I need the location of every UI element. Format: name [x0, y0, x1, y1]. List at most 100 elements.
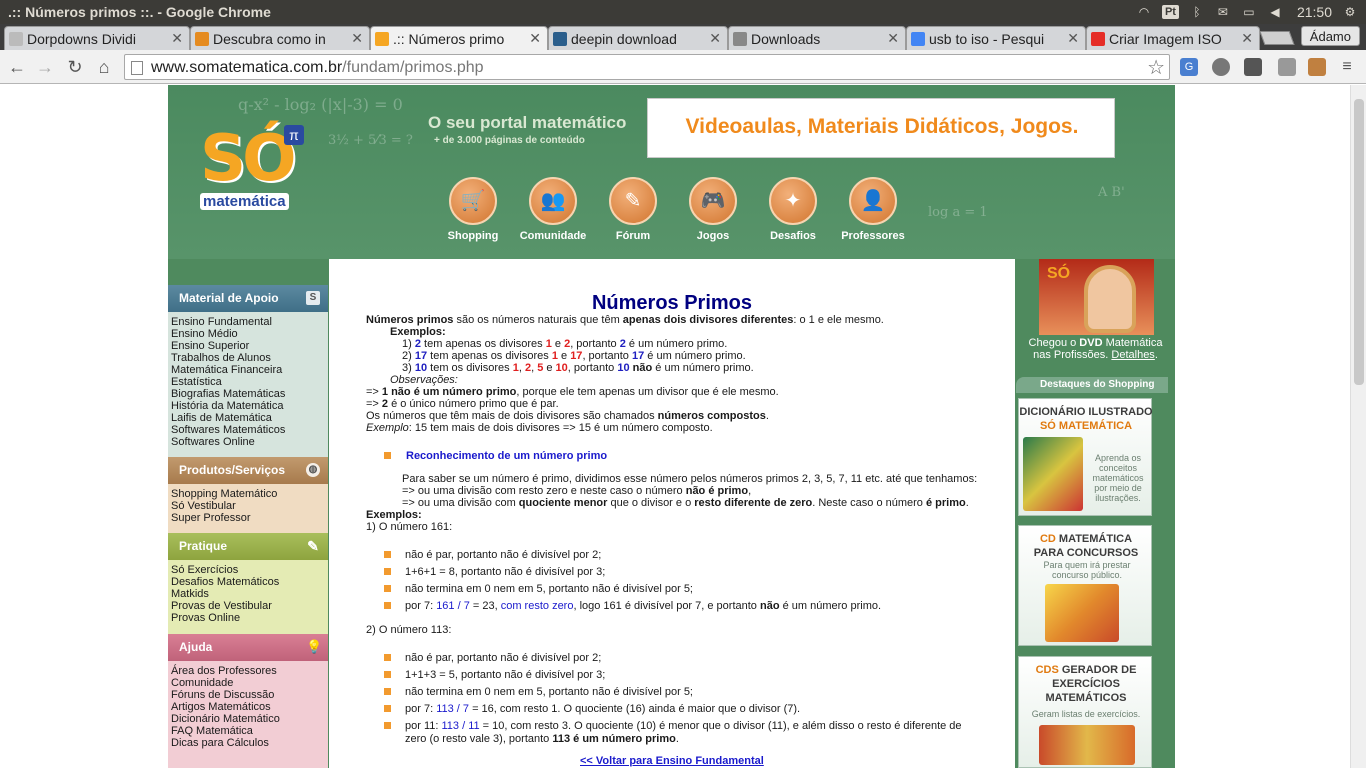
sidebar-item-vestibular[interactable]: Só Vestibular: [171, 500, 328, 512]
sidebar-item-matkids[interactable]: Matkids: [171, 588, 328, 600]
bluetooth-icon[interactable]: ᛒ: [1189, 5, 1205, 19]
sidebar-item-foruns[interactable]: Fóruns de Discussão: [171, 689, 328, 701]
address-bar[interactable]: www.somatematica.com.br/fundam/primos.ph…: [124, 54, 1170, 80]
bullet-icon: [384, 688, 391, 695]
close-tab-icon[interactable]: ✕: [351, 30, 363, 47]
keyboard-layout-indicator[interactable]: Pt: [1161, 5, 1179, 19]
sidebar-item-exercicios[interactable]: Só Exercícios: [171, 564, 328, 576]
dvd-promo-image[interactable]: SÓ: [1039, 259, 1154, 335]
close-tab-icon[interactable]: ✕: [529, 30, 541, 47]
book-cover-image: [1023, 437, 1083, 511]
dvd-details-link[interactable]: Detalhes: [1111, 349, 1154, 361]
sidebar-item-provas-online[interactable]: Provas Online: [171, 612, 328, 624]
scrollbar-thumb[interactable]: [1354, 99, 1364, 385]
sidebar-item-dicas[interactable]: Dicas para Cálculos: [171, 737, 328, 749]
ex-text: tem apenas os divisores: [427, 350, 552, 362]
ex-number: 10: [617, 362, 630, 374]
sidebar-item-super-professor[interactable]: Super Professor: [171, 512, 328, 524]
resto-zero-link[interactable]: com resto zero: [501, 600, 574, 612]
site-logo[interactable]: SÓ π matemática: [200, 123, 306, 213]
tab-usb-to-iso[interactable]: usb to iso - Pesqui ✕: [906, 26, 1086, 50]
page-scrollbar[interactable]: [1350, 85, 1366, 768]
division-link[interactable]: 113 / 11: [442, 720, 480, 732]
ex-text: tem os divisores: [427, 362, 513, 374]
wifi-icon[interactable]: ◠: [1136, 5, 1152, 19]
sidebar-item-area-professores[interactable]: Área dos Professores: [171, 665, 328, 677]
division-link[interactable]: 161 / 7: [436, 600, 470, 612]
back-arrow-icon[interactable]: ←: [6, 56, 28, 78]
menu-icon[interactable]: ≡: [1338, 58, 1356, 76]
page-info-icon[interactable]: [131, 61, 143, 75]
close-tab-icon[interactable]: ✕: [1067, 30, 1079, 47]
new-tab-button[interactable]: [1259, 31, 1295, 45]
extension-icon[interactable]: [1212, 58, 1230, 76]
sidebar-item-softwares[interactable]: Softwares Matemáticos: [171, 424, 328, 436]
definition-end: : o 1 e ele mesmo.: [793, 314, 884, 326]
translate-icon[interactable]: G: [1180, 58, 1198, 76]
shop-card-dicionario[interactable]: DICIONÁRIO ILUSTRADO SÓ MATEMÁTICA Aprend…: [1018, 398, 1153, 516]
tab-numeros-primos[interactable]: .:: Números primo ✕: [370, 26, 548, 50]
power-gear-icon[interactable]: ⚙: [1342, 5, 1358, 19]
sidebar-item-historia[interactable]: História da Matemática: [171, 400, 328, 412]
nav-shopping[interactable]: 🛒 Shopping: [433, 175, 513, 249]
sidebar-item-trabalhos[interactable]: Trabalhos de Alunos: [171, 352, 328, 364]
close-tab-icon[interactable]: ✕: [709, 30, 721, 47]
sidebar-item-estatistica[interactable]: Estatística: [171, 376, 328, 388]
close-tab-icon[interactable]: ✕: [1241, 30, 1253, 47]
tab-dorpdowns[interactable]: Dorpdowns Dividi ✕: [4, 26, 190, 50]
sidebar-item-financeira[interactable]: Matemática Financeira: [171, 364, 328, 376]
rec-end: .: [965, 497, 969, 509]
shop-card-concursos[interactable]: CD MATEMÁTICA PARA CONCURSOS Para quem ir…: [1018, 525, 1152, 646]
back-to-fundamental-link[interactable]: << Voltar para Ensino Fundamental: [580, 755, 764, 767]
cast-icon[interactable]: [1244, 58, 1262, 76]
sidebar-item-ensino-medio[interactable]: Ensino Médio: [171, 328, 328, 340]
bookmark-star-icon[interactable]: ☆: [1147, 55, 1165, 80]
sidebar-item-biografias[interactable]: Biografias Matemáticas: [171, 388, 328, 400]
tab-downloads[interactable]: Downloads ✕: [728, 26, 906, 50]
mail-icon[interactable]: ✉: [1215, 5, 1231, 19]
back-link-row: << Voltar para Ensino Fundamental: [580, 755, 764, 767]
extension-2-icon[interactable]: [1308, 58, 1326, 76]
pin-icon[interactable]: [1278, 58, 1296, 76]
ex-prefix: 2): [402, 350, 415, 362]
close-tab-icon[interactable]: ✕: [171, 30, 183, 47]
sidebar-item-ensino-fundamental[interactable]: Ensino Fundamental: [171, 316, 328, 328]
sidebar-item-ensino-superior[interactable]: Ensino Superior: [171, 340, 328, 352]
sidebar-item-laifis[interactable]: Laifis de Matemática: [171, 412, 328, 424]
close-tab-icon[interactable]: ✕: [887, 30, 899, 47]
nav-desafios[interactable]: ✦ Desafios: [753, 175, 833, 249]
volume-icon[interactable]: ◀: [1267, 5, 1283, 19]
battery-icon[interactable]: ▭: [1241, 5, 1257, 19]
url-text[interactable]: www.somatematica.com.br/fundam/primos.ph…: [151, 59, 484, 77]
reload-icon[interactable]: ↻: [64, 56, 86, 78]
rec-bold: quociente menor: [518, 497, 608, 509]
section-title-link[interactable]: Reconhecimento de um número primo: [406, 450, 607, 462]
sidebar-item-softwares-online[interactable]: Softwares Online: [171, 436, 328, 448]
home-icon[interactable]: ⌂: [93, 56, 115, 78]
sidebar-item-provas-vestibular[interactable]: Provas de Vestibular: [171, 600, 328, 612]
sidebar-item-comunidade[interactable]: Comunidade: [171, 677, 328, 689]
dvd-bold: DVD: [1079, 337, 1103, 349]
division-link[interactable]: 113 / 7: [436, 703, 469, 715]
nav-professores[interactable]: 👤 Professores: [833, 175, 913, 249]
tab-descubra[interactable]: Descubra como in ✕: [190, 26, 370, 50]
sidebar-item-desafios[interactable]: Desafios Matemáticos: [171, 576, 328, 588]
url-domain: www.somatematica.com.br: [151, 59, 343, 76]
profile-button[interactable]: Ádamo: [1300, 26, 1360, 46]
sidebar-item-dicionario[interactable]: Dicionário Matemático: [171, 713, 328, 725]
forward-arrow-icon[interactable]: →: [34, 56, 56, 78]
sidebar-item-shopping[interactable]: Shopping Matemático: [171, 488, 328, 500]
nav-comunidade[interactable]: 👥 Comunidade: [513, 175, 593, 249]
nav-jogos[interactable]: 🎮 Jogos: [673, 175, 753, 249]
dvd-end: .: [1154, 349, 1158, 361]
ad-banner[interactable]: Videoaulas, Materiais Didáticos, Jogos.: [647, 98, 1115, 158]
tab-deepin[interactable]: deepin download ✕: [548, 26, 728, 50]
sidebar-item-faq[interactable]: FAQ Matemática: [171, 725, 328, 737]
obs-prefix: =>: [366, 386, 382, 398]
observation-1: => 1 não é um número primo, porque ele t…: [366, 386, 779, 398]
sidebar-item-artigos[interactable]: Artigos Matemáticos: [171, 701, 328, 713]
nav-forum[interactable]: ✎ Fórum: [593, 175, 673, 249]
shop-card-gerador[interactable]: CDS GERADOR DE EXERCÍCIOS MATEMÁTICOS Gera…: [1018, 656, 1152, 768]
tab-criar-imagem[interactable]: Criar Imagem ISO ✕: [1086, 26, 1260, 50]
clock[interactable]: 21:50: [1297, 4, 1332, 20]
